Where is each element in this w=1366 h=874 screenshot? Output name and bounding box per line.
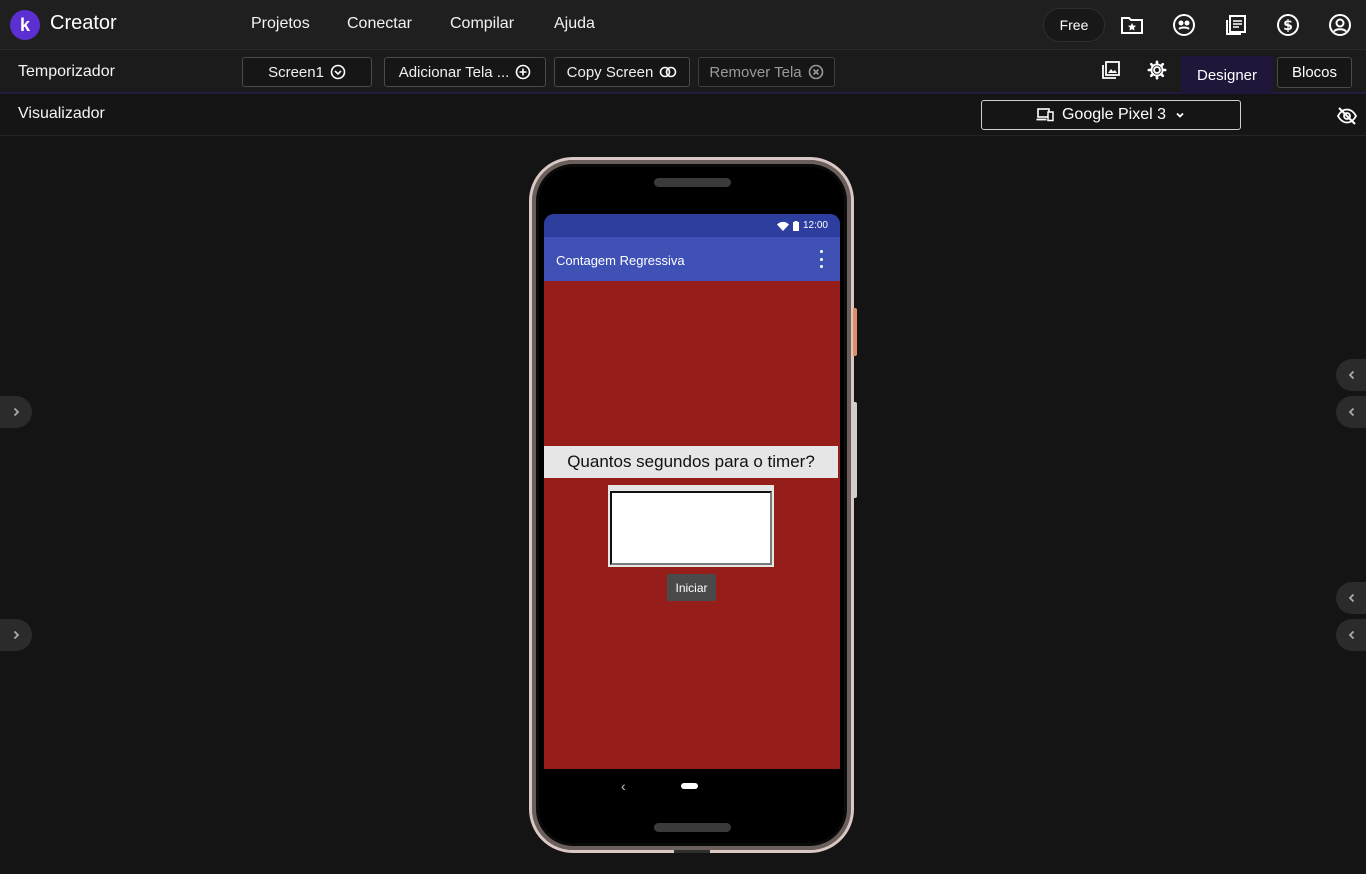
phone-speaker-bottom bbox=[654, 823, 731, 832]
add-circle-icon bbox=[516, 64, 531, 80]
add-screen-label: Adicionar Tela ... bbox=[398, 63, 510, 81]
expand-assets-tab[interactable] bbox=[1336, 619, 1366, 651]
phone-volume-button bbox=[853, 402, 857, 498]
wifi-icon bbox=[776, 221, 789, 231]
chevron-right-icon bbox=[13, 407, 20, 417]
copy-icon bbox=[660, 66, 677, 78]
designer-tab[interactable]: Designer bbox=[1181, 56, 1273, 94]
expand-media-tab[interactable] bbox=[1336, 582, 1366, 614]
nav-help[interactable]: Ajuda bbox=[554, 15, 595, 33]
brand-name: Creator bbox=[50, 12, 117, 34]
back-icon[interactable]: ‹ bbox=[621, 778, 626, 794]
status-bar: 12:00 bbox=[544, 214, 840, 237]
phone-speaker bbox=[654, 178, 731, 187]
chevron-left-icon bbox=[1348, 593, 1355, 603]
question-label: Quantos segundos para o timer? bbox=[544, 446, 838, 478]
chevron-left-icon bbox=[1348, 630, 1355, 640]
project-name: Temporizador bbox=[18, 63, 115, 80]
eye-off-icon[interactable] bbox=[1336, 105, 1358, 127]
gallery-icon[interactable] bbox=[1172, 13, 1196, 37]
top-bar: k Creator Projetos Conectar Compilar Aju… bbox=[0, 0, 1366, 50]
remove-screen-label: Remover Tela bbox=[709, 63, 802, 81]
chevron-down-circle-icon bbox=[330, 64, 346, 80]
device-select[interactable]: Google Pixel 3 bbox=[981, 100, 1241, 130]
svg-text:$: $ bbox=[1283, 18, 1293, 34]
phone-bottom-notch bbox=[674, 850, 710, 853]
devices-icon bbox=[1036, 108, 1054, 122]
copy-screen-button[interactable]: Copy Screen bbox=[554, 57, 690, 87]
chevron-right-icon bbox=[13, 630, 20, 640]
app-bar: Contagem Regressiva bbox=[544, 237, 840, 281]
kodular-logo[interactable]: k bbox=[10, 10, 40, 40]
visualizer-header: Visualizador Google Pixel 3 bbox=[0, 96, 1366, 136]
start-button[interactable]: Iniciar bbox=[667, 574, 716, 601]
android-nav-bar: ‹ bbox=[544, 769, 840, 803]
project-toolbar: Temporizador Screen1 Adicionar Tela ... … bbox=[0, 50, 1366, 94]
logo-letter: k bbox=[19, 14, 30, 35]
new-project-icon[interactable] bbox=[1120, 13, 1144, 37]
screen-select[interactable]: Screen1 bbox=[242, 57, 372, 87]
status-time: 12:00 bbox=[802, 220, 828, 231]
donate-icon[interactable]: $ bbox=[1276, 13, 1300, 37]
visualizer-title: Visualizador bbox=[18, 105, 105, 122]
remove-screen-button[interactable]: Remover Tela bbox=[698, 57, 835, 87]
account-icon[interactable] bbox=[1328, 13, 1352, 37]
expand-properties-tab[interactable] bbox=[1336, 359, 1366, 391]
nav-connect[interactable]: Conectar bbox=[347, 15, 412, 33]
app-title: Contagem Regressiva bbox=[556, 253, 685, 268]
expand-components-tab[interactable] bbox=[0, 619, 32, 651]
media-icon[interactable] bbox=[1099, 58, 1123, 82]
seconds-input[interactable] bbox=[610, 491, 772, 565]
plan-badge[interactable]: Free bbox=[1043, 8, 1105, 42]
phone-screen: 12:00 Contagem Regressiva Quantos segund… bbox=[544, 214, 840, 803]
nav-build[interactable]: Compilar bbox=[450, 15, 514, 33]
guide-icon[interactable] bbox=[1224, 13, 1248, 37]
phone-power-button bbox=[853, 308, 857, 356]
nav-projects[interactable]: Projetos bbox=[251, 15, 310, 33]
battery-icon bbox=[792, 220, 799, 231]
screen-content: Quantos segundos para o timer? Iniciar bbox=[544, 281, 840, 769]
seconds-input-wrapper bbox=[608, 485, 774, 567]
device-select-label: Google Pixel 3 bbox=[1061, 106, 1167, 123]
blocks-tab[interactable]: Blocos bbox=[1277, 57, 1352, 88]
expand-palette-tab[interactable] bbox=[0, 396, 32, 428]
overflow-menu-icon[interactable] bbox=[816, 250, 826, 268]
chevron-left-icon bbox=[1348, 407, 1355, 417]
expand-tree-tab[interactable] bbox=[1336, 396, 1366, 428]
close-circle-icon bbox=[808, 64, 823, 80]
add-screen-button[interactable]: Adicionar Tela ... bbox=[384, 57, 546, 87]
chevron-down-icon bbox=[1176, 112, 1184, 118]
home-pill-icon[interactable] bbox=[681, 783, 698, 789]
settings-gear-icon[interactable] bbox=[1145, 58, 1169, 82]
screen-select-label: Screen1 bbox=[268, 63, 324, 81]
copy-screen-label: Copy Screen bbox=[566, 63, 654, 81]
chevron-left-icon bbox=[1348, 370, 1355, 380]
